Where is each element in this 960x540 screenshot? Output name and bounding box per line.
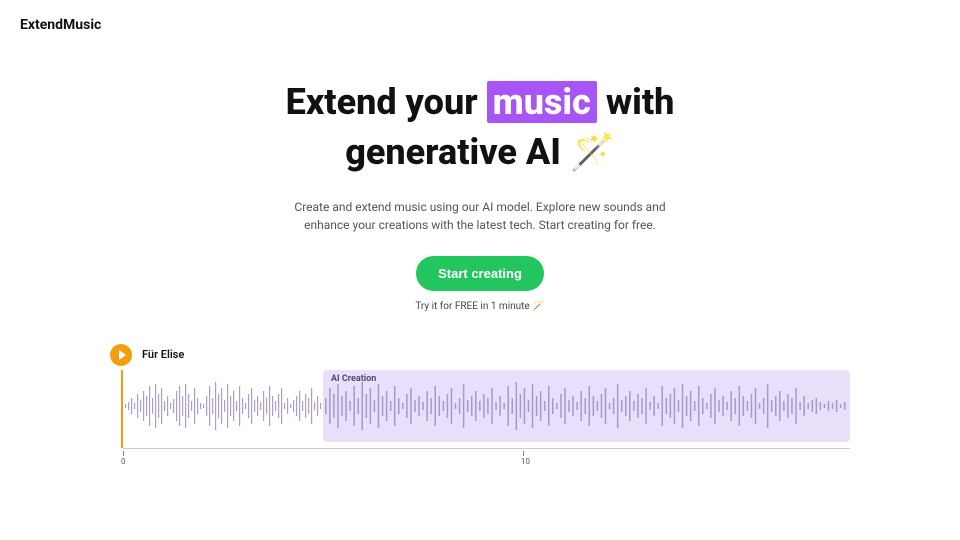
header: ExtendMusic [0, 0, 960, 47]
timeline: 0 10 [123, 448, 850, 456]
play-icon [119, 350, 126, 360]
tick-10: 10 [521, 457, 530, 466]
hero-subtitle: Create and extend music using our AI mod… [290, 198, 670, 234]
wave-original-svg [123, 376, 323, 436]
wave-extended-svg [323, 376, 850, 436]
hero-section: Extend your music with generative AI 🪄 C… [0, 77, 960, 312]
title-highlight: music [487, 81, 597, 123]
waveform-original [123, 370, 323, 442]
logo[interactable]: ExtendMusic [20, 17, 101, 33]
title-pre: Extend your [286, 81, 487, 123]
wand-icon: 🪄 [570, 131, 615, 173]
ai-creation-label: AI Creation [331, 374, 376, 384]
track-header: Für Elise [110, 344, 850, 366]
play-button[interactable] [110, 344, 132, 366]
track-name: Für Elise [142, 348, 184, 361]
waveform-extended: AI Creation [323, 370, 850, 442]
start-creating-button[interactable]: Start creating [416, 256, 544, 291]
waveform-section: Für Elise AI Creation 0 10 [0, 344, 960, 448]
tick-0: 0 [121, 457, 126, 466]
waveform-container[interactable]: AI Creation 0 10 [121, 370, 850, 448]
cta-wrap: Start creating Try it for FREE in 1 minu… [0, 256, 960, 312]
hero-title: Extend your music with generative AI 🪄 [270, 77, 690, 178]
cta-subtext: Try it for FREE in 1 minute 🪄 [415, 301, 544, 312]
